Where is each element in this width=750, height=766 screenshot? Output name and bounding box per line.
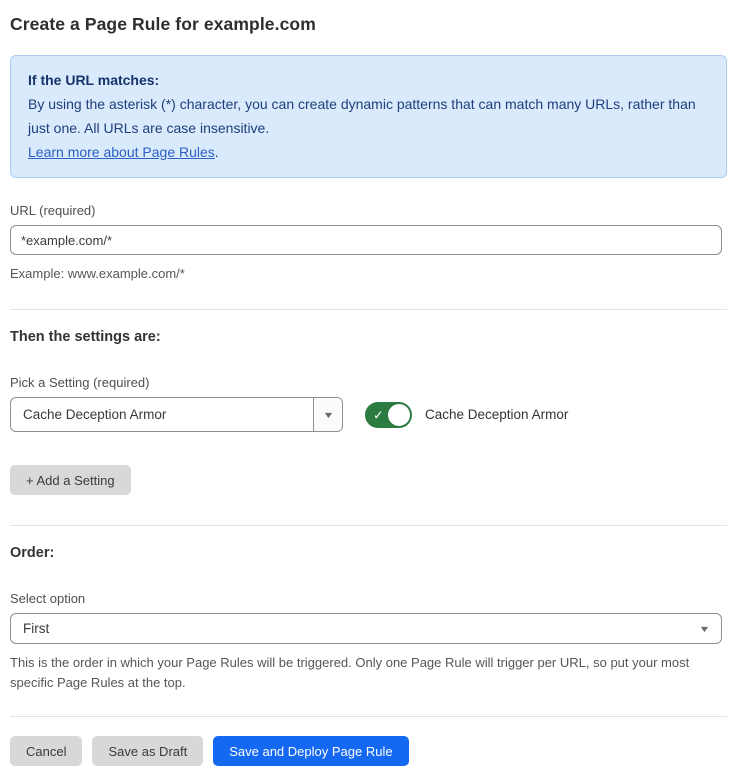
chevron-down-icon: ▼ bbox=[322, 410, 334, 420]
setting-toggle[interactable]: ✓ bbox=[365, 402, 412, 428]
url-field-label: URL (required) bbox=[10, 203, 727, 218]
divider bbox=[10, 716, 727, 717]
order-select[interactable]: First ▼ bbox=[10, 613, 722, 644]
page-title: Create a Page Rule for example.com bbox=[10, 14, 727, 35]
cancel-button[interactable]: Cancel bbox=[10, 736, 82, 766]
setting-toggle-label: Cache Deception Armor bbox=[425, 407, 568, 422]
chevron-down-icon: ▼ bbox=[698, 624, 710, 634]
save-as-draft-button[interactable]: Save as Draft bbox=[92, 736, 203, 766]
setting-row: Cache Deception Armor ▼ ✓ Cache Deceptio… bbox=[10, 397, 727, 432]
setting-toggle-wrap: ✓ Cache Deception Armor bbox=[365, 402, 568, 428]
divider bbox=[10, 309, 727, 310]
divider bbox=[10, 525, 727, 526]
url-example-helper: Example: www.example.com/* bbox=[10, 264, 727, 284]
setting-picker-arrow-button[interactable]: ▼ bbox=[313, 398, 342, 431]
url-match-info-box: If the URL matches: By using the asteris… bbox=[10, 55, 727, 178]
setting-picker-dropdown[interactable]: Cache Deception Armor ▼ bbox=[10, 397, 343, 432]
order-select-label: Select option bbox=[10, 591, 727, 606]
order-helper-text: This is the order in which your Page Rul… bbox=[10, 653, 710, 693]
url-input[interactable] bbox=[10, 225, 722, 255]
footer-actions: Cancel Save as Draft Save and Deploy Pag… bbox=[10, 736, 727, 766]
info-box-link-line: Learn more about Page Rules. bbox=[28, 140, 709, 164]
setting-picker-value: Cache Deception Armor bbox=[11, 398, 313, 431]
link-suffix: . bbox=[215, 144, 219, 160]
order-section-heading: Order: bbox=[10, 545, 727, 561]
order-select-value: First bbox=[23, 621, 700, 636]
info-box-body: By using the asterisk (*) character, you… bbox=[28, 92, 709, 140]
add-setting-button[interactable]: + Add a Setting bbox=[10, 465, 131, 495]
info-box-heading: If the URL matches: bbox=[28, 68, 709, 92]
settings-section-heading: Then the settings are: bbox=[10, 329, 727, 345]
check-icon: ✓ bbox=[373, 408, 384, 421]
save-and-deploy-button[interactable]: Save and Deploy Page Rule bbox=[213, 736, 408, 766]
setting-picker-label: Pick a Setting (required) bbox=[10, 375, 727, 390]
learn-more-link[interactable]: Learn more about Page Rules bbox=[28, 144, 215, 160]
toggle-knob bbox=[388, 404, 410, 426]
